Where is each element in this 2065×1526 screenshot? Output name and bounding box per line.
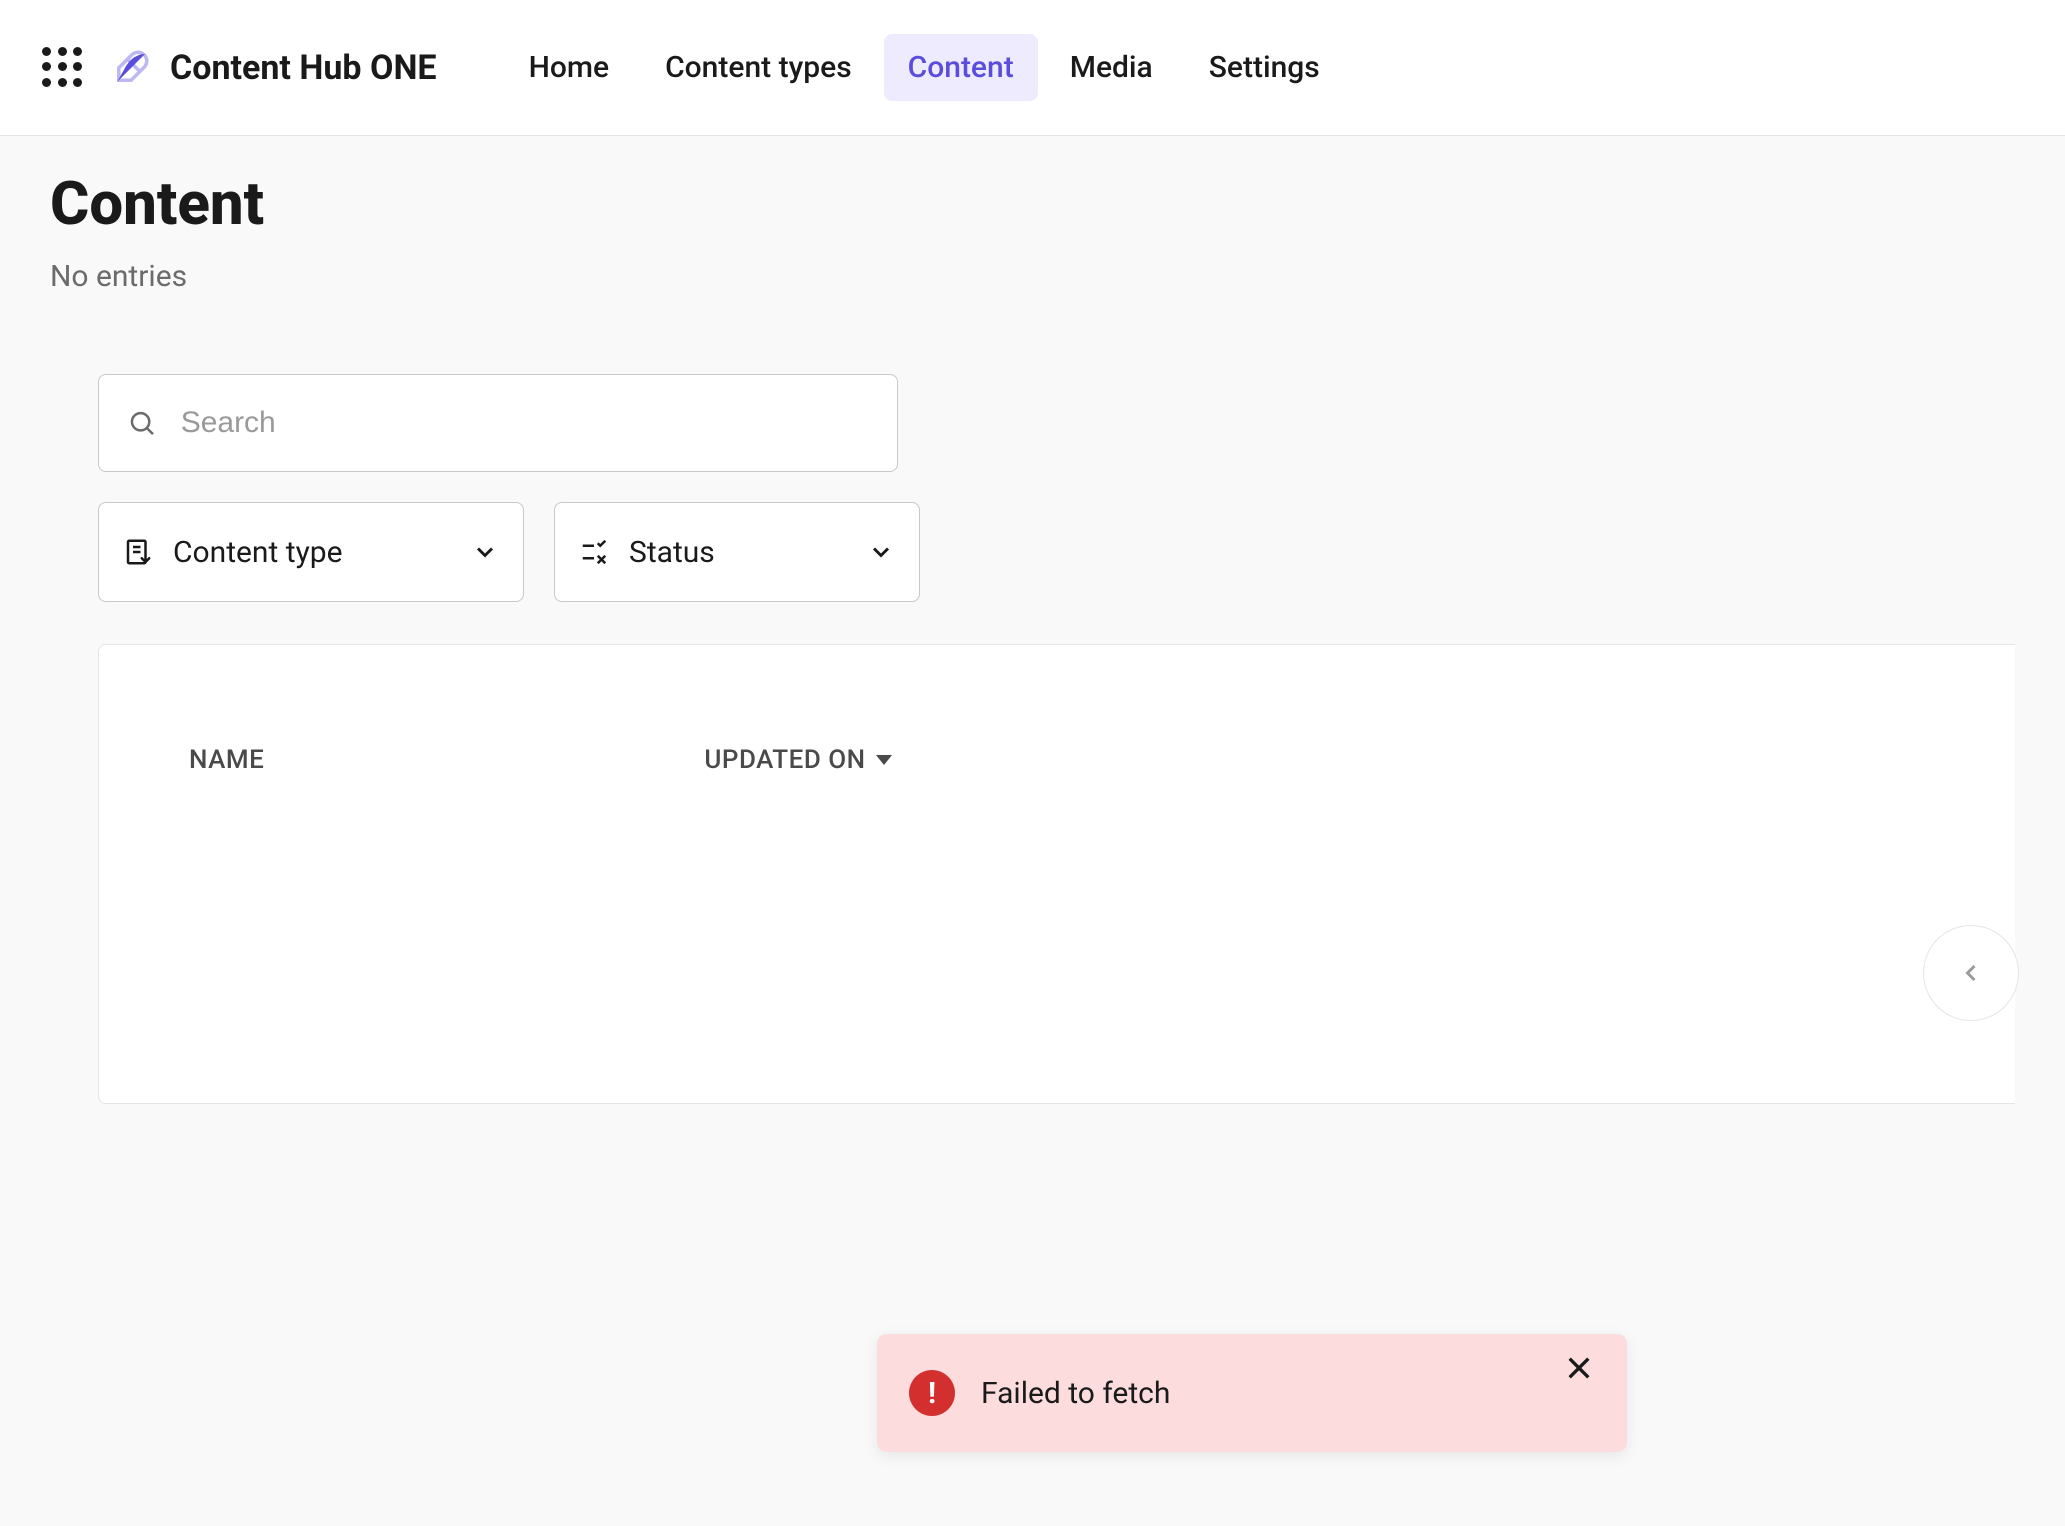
page-subtitle: No entries [50,259,2015,294]
table-header-row: NAME UPDATED ON [189,745,1925,775]
filters-row: Content type Status [98,502,2015,602]
nav-media[interactable]: Media [1046,34,1177,101]
toast-message: Failed to fetch [981,1376,1537,1411]
controls-row: Content type Status [50,374,2015,602]
content-table: NAME UPDATED ON [98,644,2015,1104]
status-filter[interactable]: Status [554,502,920,602]
status-filter-label: Status [629,535,847,570]
table-col-updated[interactable]: UPDATED ON [704,745,891,775]
sort-caret-icon [876,755,892,765]
nav-home[interactable]: Home [505,34,634,101]
brand-logo[interactable]: Content Hub ONE [110,47,437,89]
close-icon[interactable] [1563,1352,1595,1384]
search-input-wrap[interactable] [98,374,898,472]
table-col-name-label: NAME [189,745,264,775]
main-nav: Home Content types Content Media Setting… [505,34,1344,101]
app-launcher-icon[interactable] [42,47,84,89]
chevron-left-icon [1957,959,1985,987]
table-col-name[interactable]: NAME [189,745,264,775]
brand-title: Content Hub ONE [170,48,437,88]
feather-icon [110,47,152,89]
nav-content[interactable]: Content [884,34,1038,101]
search-icon [127,407,157,439]
collapse-panel-button[interactable] [1923,925,2019,1021]
table-col-updated-label: UPDATED ON [704,745,865,775]
nav-content-types[interactable]: Content types [641,34,876,101]
app-header: Content Hub ONE Home Content types Conte… [0,0,2065,136]
search-input[interactable] [181,406,869,440]
error-icon: ! [909,1370,955,1416]
chevron-down-icon [867,538,895,566]
document-icon [123,537,153,567]
chevron-down-icon [471,538,499,566]
page-body: Content No entries Content type [0,136,2065,1104]
nav-settings[interactable]: Settings [1185,34,1344,101]
content-type-filter[interactable]: Content type [98,502,524,602]
page-title: Content [50,168,2015,239]
checklist-icon [579,537,609,567]
content-type-filter-label: Content type [173,535,451,570]
error-toast: ! Failed to fetch [877,1334,1627,1452]
